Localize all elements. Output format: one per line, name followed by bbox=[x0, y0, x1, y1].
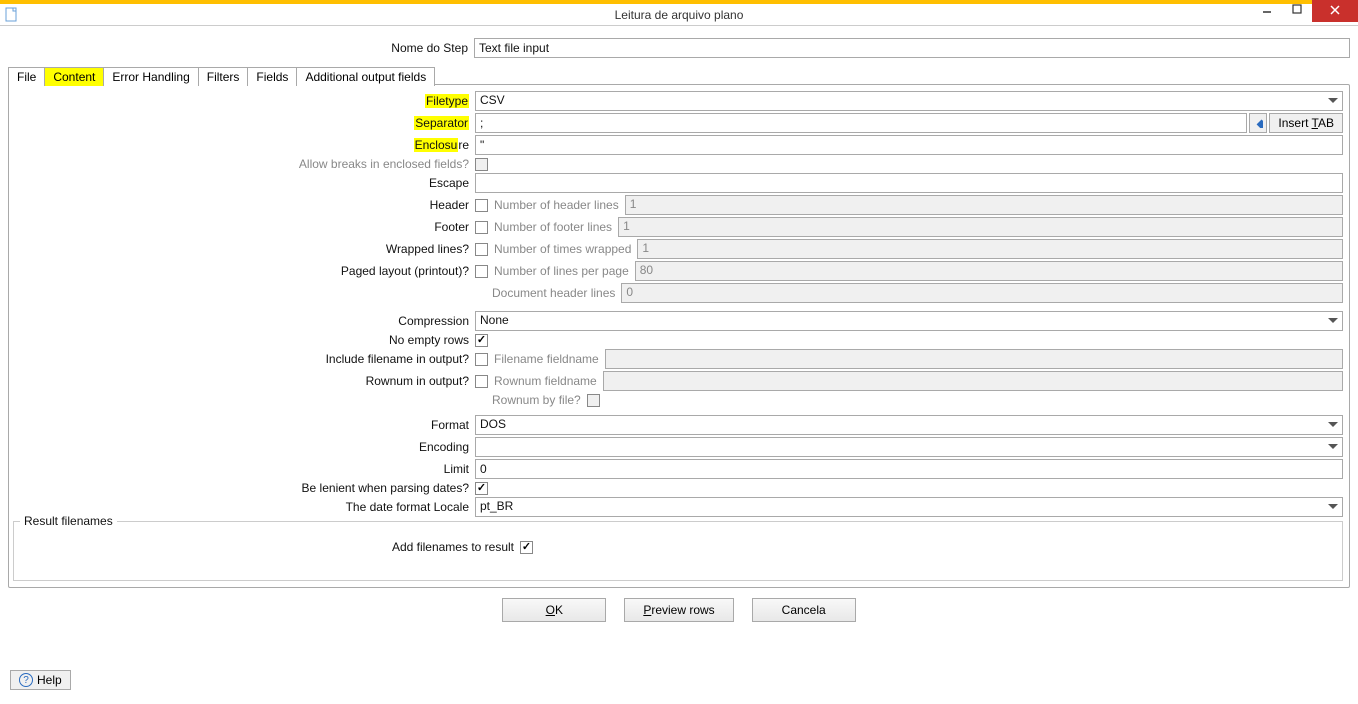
lenient-label: Be lenient when parsing dates? bbox=[9, 481, 475, 495]
rownum-field-label: Rownum fieldname bbox=[494, 374, 597, 388]
enclosure-label: Enclosure bbox=[9, 138, 475, 152]
separator-var-button[interactable] bbox=[1249, 113, 1267, 133]
encoding-select[interactable] bbox=[475, 437, 1343, 457]
footer-lines-input: 1 bbox=[618, 217, 1343, 237]
preview-rows-button[interactable]: Preview rows bbox=[624, 598, 733, 622]
result-filenames-group: Result filenames Add filenames to result bbox=[13, 521, 1343, 581]
rownum-label: Rownum in output? bbox=[9, 374, 475, 388]
enclosure-input[interactable] bbox=[475, 135, 1343, 155]
add-filenames-label: Add filenames to result bbox=[20, 540, 520, 554]
no-empty-label: No empty rows bbox=[9, 333, 475, 347]
wrapped-checkbox[interactable] bbox=[475, 243, 488, 256]
header-lines-input: 1 bbox=[625, 195, 1343, 215]
result-filenames-legend: Result filenames bbox=[20, 514, 117, 528]
filetype-select[interactable]: CSV bbox=[475, 91, 1343, 111]
ok-button[interactable]: OK bbox=[502, 598, 606, 622]
include-filename-checkbox[interactable] bbox=[475, 353, 488, 366]
insert-tab-button[interactable]: Insert TAB bbox=[1269, 113, 1343, 133]
tab-filters[interactable]: Filters bbox=[198, 67, 249, 86]
limit-input[interactable] bbox=[475, 459, 1343, 479]
rownum-field-input bbox=[603, 371, 1343, 391]
step-name-input[interactable] bbox=[474, 38, 1350, 58]
close-button[interactable] bbox=[1312, 0, 1358, 22]
help-button[interactable]: ? Help bbox=[10, 670, 71, 690]
header-label: Header bbox=[9, 198, 475, 212]
window-title: Leitura de arquivo plano bbox=[615, 8, 744, 22]
allow-breaks-checkbox bbox=[475, 158, 488, 171]
wrapped-count-input: 1 bbox=[637, 239, 1343, 259]
allow-breaks-label: Allow breaks in enclosed fields? bbox=[9, 157, 475, 171]
wrapped-label: Wrapped lines? bbox=[9, 242, 475, 256]
header-checkbox[interactable] bbox=[475, 199, 488, 212]
escape-label: Escape bbox=[9, 176, 475, 190]
filename-field-label: Filename fieldname bbox=[494, 352, 599, 366]
format-label: Format bbox=[9, 418, 475, 432]
add-filenames-checkbox[interactable] bbox=[520, 541, 533, 554]
encoding-label: Encoding bbox=[9, 440, 475, 454]
compression-label: Compression bbox=[9, 314, 475, 328]
filetype-label: Filetype bbox=[9, 94, 475, 108]
rownum-checkbox[interactable] bbox=[475, 375, 488, 388]
window-titlebar: Leitura de arquivo plano bbox=[0, 4, 1358, 26]
header-lines-label: Number of header lines bbox=[494, 198, 619, 212]
footer-lines-label: Number of footer lines bbox=[494, 220, 612, 234]
lenient-checkbox[interactable] bbox=[475, 482, 488, 495]
paged-checkbox[interactable] bbox=[475, 265, 488, 278]
doc-header-input: 0 bbox=[621, 283, 1343, 303]
footer-label: Footer bbox=[9, 220, 475, 234]
tab-additional-output-fields[interactable]: Additional output fields bbox=[296, 67, 435, 86]
format-select[interactable]: DOS bbox=[475, 415, 1343, 435]
locale-select[interactable]: pt_BR bbox=[475, 497, 1343, 517]
escape-input[interactable] bbox=[475, 173, 1343, 193]
cancel-button[interactable]: Cancela bbox=[752, 598, 856, 622]
document-icon bbox=[4, 7, 20, 23]
tab-content[interactable]: Content bbox=[44, 67, 104, 86]
include-filename-label: Include filename in output? bbox=[9, 352, 475, 366]
help-icon: ? bbox=[19, 673, 33, 687]
separator-label: Separator bbox=[9, 116, 475, 130]
paged-lines-input: 80 bbox=[635, 261, 1343, 281]
paged-lines-label: Number of lines per page bbox=[494, 264, 629, 278]
minimize-button[interactable] bbox=[1252, 0, 1282, 20]
locale-label: The date format Locale bbox=[9, 500, 475, 514]
maximize-button[interactable] bbox=[1282, 0, 1312, 20]
tab-bar: File Content Error Handling Filters Fiel… bbox=[8, 66, 1350, 85]
filename-field-input bbox=[605, 349, 1343, 369]
rownum-by-file-checkbox bbox=[587, 394, 600, 407]
tab-file[interactable]: File bbox=[8, 67, 45, 86]
separator-input[interactable] bbox=[475, 113, 1247, 133]
step-name-label: Nome do Step bbox=[8, 41, 474, 55]
compression-select[interactable]: None bbox=[475, 311, 1343, 331]
tab-error-handling[interactable]: Error Handling bbox=[103, 67, 198, 86]
paged-label: Paged layout (printout)? bbox=[9, 264, 475, 278]
rownum-by-file-label: Rownum by file? bbox=[492, 393, 581, 407]
doc-header-label: Document header lines bbox=[492, 286, 615, 300]
tab-fields[interactable]: Fields bbox=[247, 67, 297, 86]
limit-label: Limit bbox=[9, 462, 475, 476]
wrapped-count-label: Number of times wrapped bbox=[494, 242, 631, 256]
no-empty-checkbox[interactable] bbox=[475, 334, 488, 347]
footer-checkbox[interactable] bbox=[475, 221, 488, 234]
